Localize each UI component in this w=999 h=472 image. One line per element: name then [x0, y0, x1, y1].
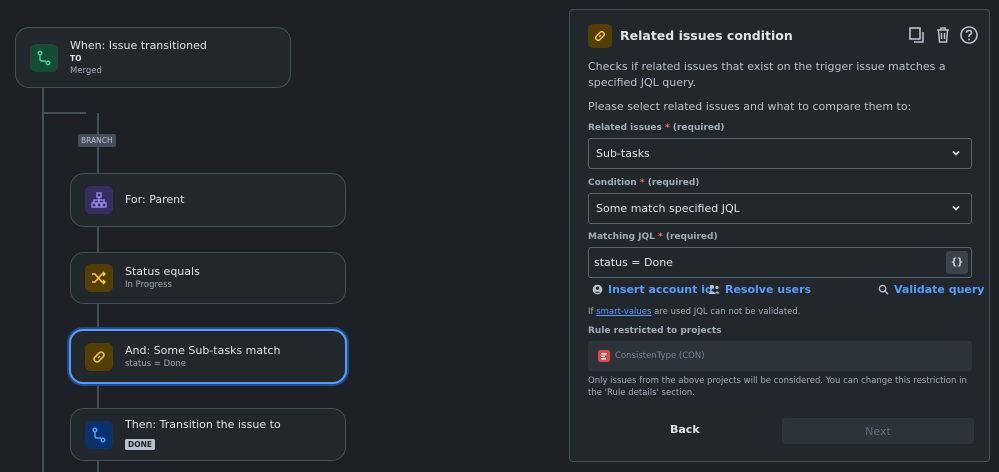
hierarchy-icon [85, 186, 113, 214]
chevron-down-icon [952, 205, 960, 211]
restriction-note: Only issues from the above projects will… [588, 376, 967, 398]
panel-description: Checks if related issues that exist on t… [588, 60, 946, 89]
panel-actions [907, 24, 979, 46]
condition-label: Condition * (required) [588, 178, 699, 188]
trigger-target: Merged [70, 65, 102, 76]
project-name: ConsistenType (CON) [615, 351, 705, 361]
matching-jql-input[interactable]: status = Done {} [588, 247, 972, 278]
then-title: Then: Transition the issue to [125, 418, 281, 431]
trigger-node[interactable]: When: Issue transitioned TO Merged [15, 27, 291, 88]
smart-value-button[interactable]: {} [946, 251, 968, 274]
transition-icon [30, 43, 58, 72]
insert-account-id-text: Insert account id [608, 283, 713, 296]
then-transition-node[interactable]: Then: Transition the issue to DONE [70, 408, 346, 461]
required-asterisk: * [639, 178, 645, 188]
copy-icon[interactable] [907, 24, 927, 46]
required-asterisk: * [664, 123, 670, 133]
required-text: (required) [672, 123, 725, 133]
for-parent-title: For: Parent [125, 193, 185, 206]
status-sub: In Progress [125, 280, 172, 290]
trigger-title: When: Issue transitioned [70, 38, 207, 52]
condition-value: Some match specified JQL [596, 202, 740, 215]
note-prefix: If [588, 307, 594, 317]
main-connector [42, 88, 44, 472]
matching-jql-label: Matching JQL * (required) [588, 232, 718, 242]
connector-1 [97, 227, 99, 252]
resolve-users-link[interactable]: Resolve users [708, 283, 811, 296]
smart-values-note: If smart-values are used JQL can not be … [588, 306, 801, 318]
related-issues-select[interactable]: Sub-tasks [588, 138, 972, 169]
connector-3 [97, 384, 99, 408]
condition-panel: Related issues condition Checks if relat… [569, 9, 990, 462]
transition-icon [85, 420, 113, 449]
matching-jql-label-text: Matching JQL [588, 232, 655, 242]
related-issues-value: Sub-tasks [596, 147, 650, 160]
link-icon [85, 342, 113, 371]
required-asterisk: * [658, 232, 663, 242]
chevron-down-icon [952, 150, 960, 156]
and-sub-tasks-node[interactable]: And: Some Sub-tasks match status = Done [69, 329, 347, 384]
back-button[interactable]: Back [670, 423, 700, 436]
validate-query-link[interactable]: Validate query [878, 283, 984, 296]
and-title: And: Some Sub-tasks match [125, 343, 281, 357]
search-icon [878, 284, 889, 295]
and-sub: status = Done [125, 358, 187, 369]
note-suffix: are used JQL can not be validated. [654, 307, 801, 317]
project-avatar-icon [598, 350, 610, 362]
link-icon [588, 24, 612, 48]
status-title: Status equals [125, 265, 200, 278]
projects-box: ConsistenType (CON) [588, 341, 972, 371]
connector-4 [97, 461, 99, 472]
insert-account-id-link[interactable]: Insert account id [592, 283, 713, 296]
trigger-to-label: TO [70, 53, 82, 63]
branch-label: BRANCH [78, 134, 116, 147]
panel-title: Related issues condition [620, 28, 793, 43]
help-icon[interactable] [959, 24, 979, 46]
required-text: (required) [665, 232, 718, 242]
related-issues-label: Related issues * (required) [588, 123, 725, 133]
trash-icon[interactable] [933, 24, 953, 46]
next-button[interactable]: Next [782, 418, 974, 444]
status-equals-node[interactable]: Status equals In Progress [70, 252, 346, 304]
matching-jql-value: status = Done [594, 256, 673, 269]
related-issues-label-text: Related issues [588, 123, 662, 133]
user-circle-icon [592, 284, 603, 295]
users-icon [708, 285, 720, 294]
connector-2 [97, 304, 99, 330]
for-parent-node[interactable]: For: Parent [70, 173, 346, 227]
branch-connector-h [44, 112, 86, 114]
validate-query-text: Validate query [894, 283, 985, 296]
condition-label-text: Condition [588, 178, 637, 188]
panel-prompt: Please select related issues and what to… [588, 100, 912, 113]
shuffle-icon [85, 264, 113, 292]
restricted-projects-label: Rule restricted to projects [588, 326, 722, 336]
resolve-users-text: Resolve users [725, 283, 812, 296]
rule-canvas: When: Issue transitioned TO Merged BRANC… [0, 0, 560, 472]
project-chip: ConsistenType (CON) [598, 350, 705, 362]
done-badge: DONE [125, 439, 156, 450]
required-text: (required) [647, 178, 700, 188]
smart-values-link[interactable]: smart-values [596, 307, 651, 317]
condition-select[interactable]: Some match specified JQL [588, 193, 972, 224]
